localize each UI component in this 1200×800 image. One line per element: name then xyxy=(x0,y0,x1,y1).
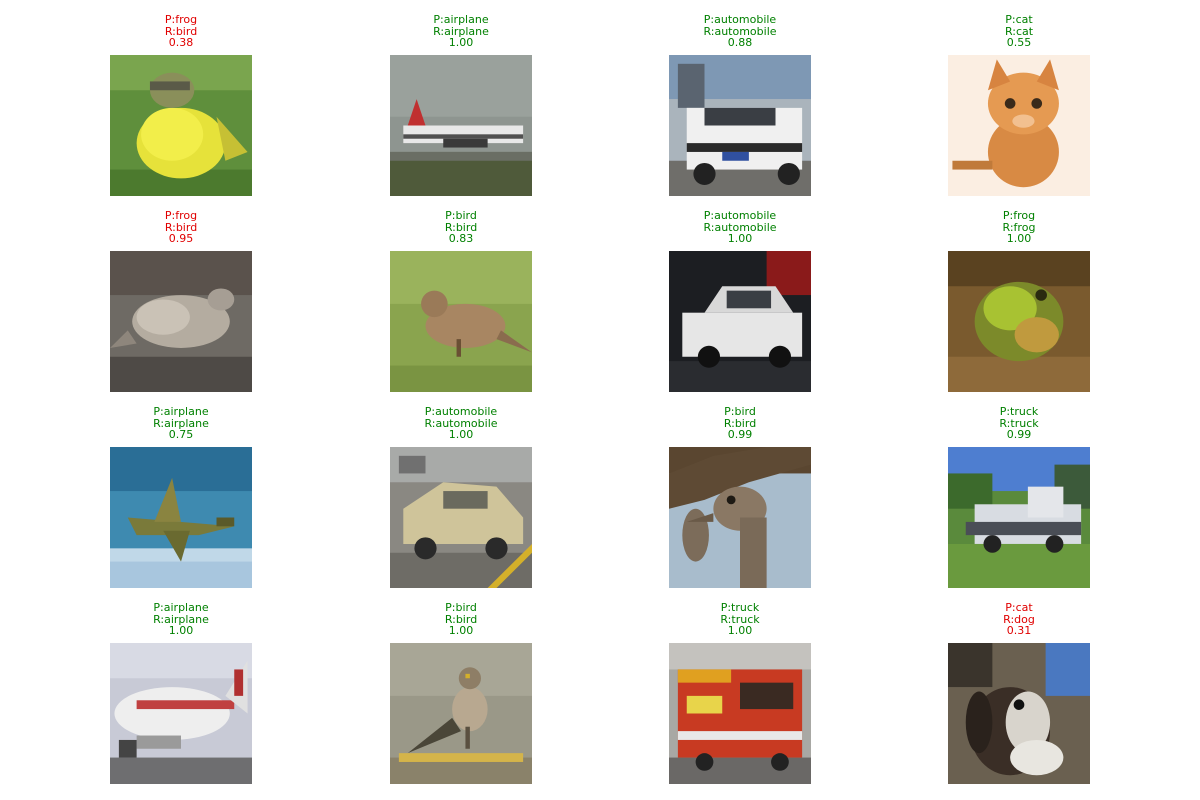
confidence-score: 0.88 xyxy=(727,36,753,50)
sample-image xyxy=(669,447,811,588)
confidence-score: 0.83 xyxy=(448,232,474,246)
predicted-label: P:automobile xyxy=(703,209,777,222)
sample-image xyxy=(948,251,1090,392)
sample-caption: P:frog R:bird 0.38 xyxy=(70,14,292,49)
confidence-score: 0.38 xyxy=(168,36,194,50)
predicted-label: P:truck xyxy=(720,601,760,614)
predicted-label: P:bird xyxy=(445,209,477,222)
sample-caption: P:bird R:bird 0.99 xyxy=(629,406,851,441)
confidence-score: 0.99 xyxy=(727,428,753,442)
predicted-label: P:cat xyxy=(1005,601,1033,614)
sample-caption: P:cat R:cat 0.55 xyxy=(908,14,1130,49)
predicted-label: P:frog xyxy=(164,13,198,26)
confidence-score: 1.00 xyxy=(448,624,474,638)
confidence-score: 0.31 xyxy=(1006,624,1032,638)
sample-image xyxy=(110,447,252,588)
predicted-label: P:bird xyxy=(445,601,477,614)
sample-image xyxy=(669,251,811,392)
sample-caption: P:bird R:bird 1.00 xyxy=(350,602,572,637)
predicted-label: P:truck xyxy=(999,405,1039,418)
sample-image xyxy=(110,55,252,196)
sample-caption: P:frog R:frog 1.00 xyxy=(908,210,1130,245)
predicted-label: P:frog xyxy=(1002,209,1036,222)
sample-image xyxy=(948,447,1090,588)
sample-caption: P:truck R:truck 1.00 xyxy=(629,602,851,637)
confidence-score: 1.00 xyxy=(727,624,753,638)
confidence-score: 1.00 xyxy=(448,36,474,50)
predicted-label: P:cat xyxy=(1005,13,1033,26)
confidence-score: 0.95 xyxy=(168,232,194,246)
sample-caption: P:cat R:dog 0.31 xyxy=(908,602,1130,637)
sample-image xyxy=(390,447,532,588)
sample-caption: P:automobile R:automobile 1.00 xyxy=(629,210,851,245)
sample-image xyxy=(948,643,1090,784)
sample-image xyxy=(669,643,811,784)
predicted-label: P:airplane xyxy=(153,601,209,614)
sample-caption: P:bird R:bird 0.83 xyxy=(350,210,572,245)
predicted-label: P:frog xyxy=(164,209,198,222)
sample-image xyxy=(390,55,532,196)
confidence-score: 0.99 xyxy=(1006,428,1032,442)
sample-image xyxy=(390,643,532,784)
sample-caption: P:frog R:bird 0.95 xyxy=(70,210,292,245)
predicted-label: P:airplane xyxy=(153,405,209,418)
sample-caption: P:automobile R:automobile 0.88 xyxy=(629,14,851,49)
confidence-score: 1.00 xyxy=(448,428,474,442)
sample-image xyxy=(669,55,811,196)
predicted-label: P:bird xyxy=(724,405,756,418)
confidence-score: 0.75 xyxy=(168,428,194,442)
sample-caption: P:airplane R:airplane 1.00 xyxy=(350,14,572,49)
sample-image xyxy=(110,643,252,784)
sample-caption: P:airplane R:airplane 0.75 xyxy=(70,406,292,441)
sample-caption: P:automobile R:automobile 1.00 xyxy=(350,406,572,441)
sample-image xyxy=(948,55,1090,196)
confidence-score: 1.00 xyxy=(168,624,194,638)
sample-image xyxy=(110,251,252,392)
sample-caption: P:truck R:truck 0.99 xyxy=(908,406,1130,441)
confidence-score: 0.55 xyxy=(1006,36,1032,50)
sample-caption: P:airplane R:airplane 1.00 xyxy=(70,602,292,637)
predicted-label: P:automobile xyxy=(424,405,498,418)
predicted-label: P:automobile xyxy=(703,13,777,26)
sample-image xyxy=(390,251,532,392)
predicted-label: P:airplane xyxy=(433,13,489,26)
confidence-score: 1.00 xyxy=(1006,232,1032,246)
confidence-score: 1.00 xyxy=(727,232,753,246)
